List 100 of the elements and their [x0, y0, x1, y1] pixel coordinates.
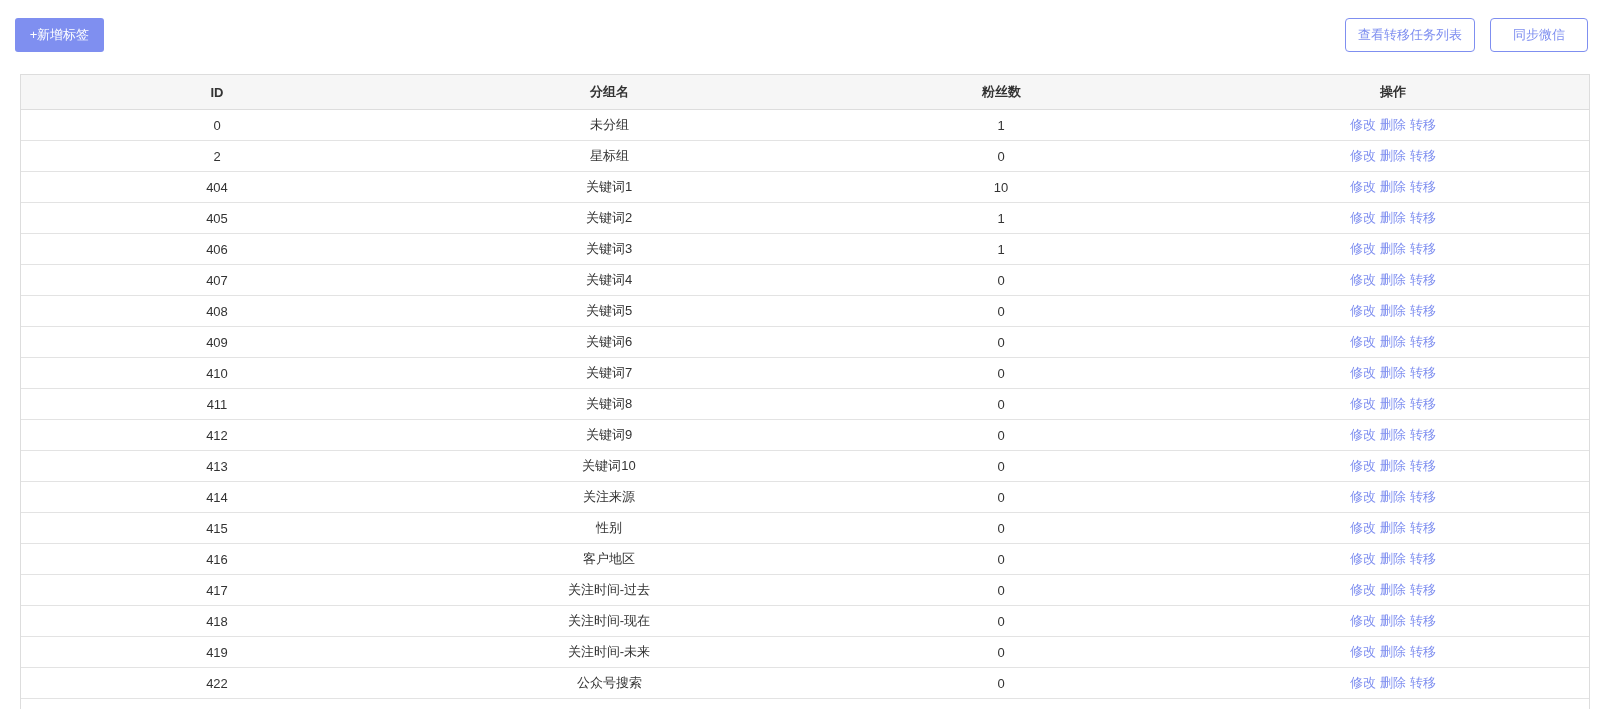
action-link[interactable]: 转移: [1410, 116, 1436, 134]
table-cell-text: 418: [205, 612, 229, 631]
action-link[interactable]: 修改: [1350, 178, 1376, 196]
table-cell-text: 0: [212, 116, 222, 135]
action-link[interactable]: 转移: [1410, 364, 1436, 382]
action-link[interactable]: 删除: [1380, 674, 1406, 692]
action-link[interactable]: 修改: [1350, 674, 1376, 692]
table-cell-text: 关注时间-未来: [566, 643, 652, 661]
action-link[interactable]: 删除: [1380, 271, 1406, 289]
action-link[interactable]: 修改: [1350, 581, 1376, 599]
table-cell-text: 0: [996, 302, 1006, 321]
table-cell-text: 422: [205, 674, 229, 693]
action-link[interactable]: 修改: [1350, 364, 1376, 382]
action-link[interactable]: 删除: [1380, 581, 1406, 599]
action-link[interactable]: 修改: [1350, 519, 1376, 537]
table-cell-text: 415: [205, 519, 229, 538]
action-link[interactable]: 修改: [1350, 457, 1376, 475]
action-link[interactable]: 删除: [1380, 178, 1406, 196]
table-cell-text: 性别: [595, 519, 623, 537]
table-cell-text: 408: [205, 302, 229, 321]
action-link[interactable]: 转移: [1410, 643, 1436, 661]
table-cell-text: 客户地区: [582, 550, 636, 568]
table-cell-text: 407: [205, 271, 229, 290]
action-link[interactable]: 修改: [1350, 643, 1376, 661]
toolbar-button[interactable]: 查看转移任务列表: [1345, 18, 1475, 52]
action-link[interactable]: 转移: [1410, 178, 1436, 196]
action-link[interactable]: 转移: [1410, 550, 1436, 568]
action-link[interactable]: 删除: [1380, 209, 1406, 227]
table-cell-text: 412: [205, 426, 229, 445]
table-cell-text: 关注时间-过去: [566, 581, 652, 599]
action-link[interactable]: 删除: [1380, 550, 1406, 568]
table-cell-text: 关键词3: [584, 240, 634, 258]
action-link[interactable]: 修改: [1350, 550, 1376, 568]
action-link[interactable]: 修改: [1350, 302, 1376, 320]
action-link[interactable]: 删除: [1380, 612, 1406, 630]
table-cell-text: 0: [996, 550, 1006, 569]
action-link[interactable]: 修改: [1350, 395, 1376, 413]
action-link[interactable]: 删除: [1380, 240, 1406, 258]
table-cell-text: 404: [205, 178, 229, 197]
action-link[interactable]: 修改: [1350, 240, 1376, 258]
table-cell-text: 409: [205, 333, 229, 352]
action-link[interactable]: 转移: [1410, 240, 1436, 258]
action-link[interactable]: 删除: [1380, 116, 1406, 134]
action-link[interactable]: 修改: [1350, 488, 1376, 506]
table-cell-text: 416: [205, 550, 229, 569]
table-cell-text: 413: [205, 457, 229, 476]
table-cell-text: 410: [205, 364, 229, 383]
action-link[interactable]: 转移: [1410, 457, 1436, 475]
table-cell-text: 0: [996, 612, 1006, 631]
action-link[interactable]: 修改: [1350, 271, 1376, 289]
table-cell-text: 0: [996, 364, 1006, 383]
action-link[interactable]: 删除: [1380, 488, 1406, 506]
table-cell-text: 关键词10: [581, 457, 637, 475]
table-cell-text: 0: [996, 581, 1006, 600]
action-link[interactable]: 删除: [1380, 147, 1406, 165]
table-cell-text: 10: [992, 178, 1010, 197]
column-header: 操作: [1379, 83, 1407, 101]
table-cell-text: 1: [996, 240, 1006, 259]
action-link[interactable]: 修改: [1350, 426, 1376, 444]
table-cell-text: 关键词4: [584, 271, 634, 289]
table-cell-text: 关键词9: [584, 426, 634, 444]
table-cell-text: 公众号搜索: [575, 674, 643, 692]
action-link[interactable]: 转移: [1410, 674, 1436, 692]
table-cell-text: 419: [205, 643, 229, 662]
action-link[interactable]: 转移: [1410, 581, 1436, 599]
action-link[interactable]: 转移: [1410, 395, 1436, 413]
action-link[interactable]: 修改: [1350, 209, 1376, 227]
action-link[interactable]: 删除: [1380, 364, 1406, 382]
action-link[interactable]: 删除: [1380, 395, 1406, 413]
add-tag-button[interactable]: +新增标签: [15, 18, 104, 52]
table-cell-text: 0: [996, 457, 1006, 476]
action-link[interactable]: 修改: [1350, 612, 1376, 630]
table-cell-text: 关键词5: [584, 302, 634, 320]
action-link[interactable]: 转移: [1410, 271, 1436, 289]
action-link[interactable]: 转移: [1410, 426, 1436, 444]
action-link[interactable]: 转移: [1410, 302, 1436, 320]
action-link[interactable]: 转移: [1410, 519, 1436, 537]
table-cell-text: 411: [205, 395, 229, 414]
table-cell-text: 0: [996, 333, 1006, 352]
action-link[interactable]: 删除: [1380, 519, 1406, 537]
action-link[interactable]: 转移: [1410, 147, 1436, 165]
table-cell-text: 0: [996, 147, 1006, 166]
action-link[interactable]: 删除: [1380, 302, 1406, 320]
action-link[interactable]: 删除: [1380, 457, 1406, 475]
action-link[interactable]: 删除: [1380, 643, 1406, 661]
table-cell-text: 0: [996, 519, 1006, 538]
action-link[interactable]: 转移: [1410, 209, 1436, 227]
action-link[interactable]: 转移: [1410, 333, 1436, 351]
action-link[interactable]: 转移: [1410, 488, 1436, 506]
table-cell-text: 关键词6: [584, 333, 634, 351]
action-link[interactable]: 修改: [1350, 116, 1376, 134]
table-cell-text: 0: [996, 426, 1006, 445]
action-link[interactable]: 修改: [1350, 147, 1376, 165]
table-cell-text: 关键词7: [584, 364, 634, 382]
action-link[interactable]: 删除: [1380, 426, 1406, 444]
table-cell-text: 星标组: [588, 147, 630, 165]
action-link[interactable]: 转移: [1410, 612, 1436, 630]
action-link[interactable]: 修改: [1350, 333, 1376, 351]
toolbar-button[interactable]: 同步微信: [1490, 18, 1588, 52]
action-link[interactable]: 删除: [1380, 333, 1406, 351]
